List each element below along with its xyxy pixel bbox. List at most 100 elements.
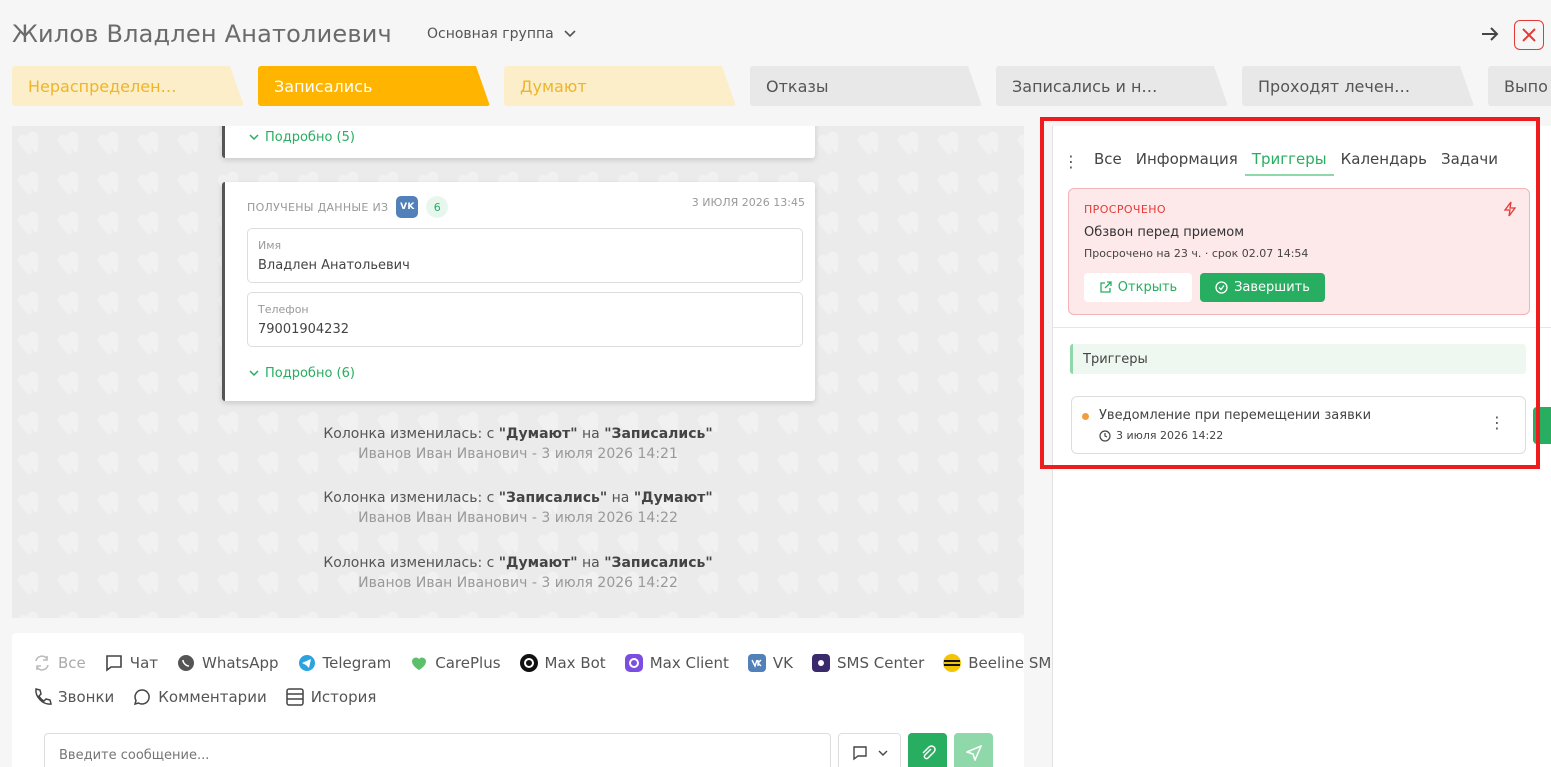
channel-label: Telegram — [322, 654, 392, 672]
stage-unassigned[interactable]: Нераспределен… — [12, 66, 244, 106]
arrow-right-icon[interactable] — [1478, 22, 1502, 46]
channel-label: Beeline SMS — [968, 654, 1061, 672]
message-input[interactable] — [44, 733, 831, 767]
field-value: Владлен Анатольевич — [258, 258, 410, 273]
stage-label: Записались — [274, 76, 373, 96]
channel-max-client[interactable]: Max Client — [624, 653, 729, 673]
check-circle-icon — [1215, 281, 1228, 294]
channel-label: Звонки — [58, 688, 115, 706]
field-value: 79001904232 — [258, 322, 349, 337]
card-source: ПОЛУЧЕНЫ ДАННЫЕ ИЗ VK 6 — [247, 196, 449, 218]
event-to: "Думают" — [633, 490, 713, 506]
name-field: Имя Владлен Анатольевич — [247, 228, 803, 283]
careplus-icon — [412, 657, 427, 670]
channel-whatsapp[interactable]: WhatsApp — [176, 653, 279, 673]
tab-information[interactable]: Информация — [1129, 146, 1245, 176]
channel-label: WhatsApp — [202, 654, 279, 672]
chat-icon — [105, 655, 122, 672]
event-text: Колонка изменилась: с "Записались" на "Д… — [12, 490, 1024, 506]
channel-telegram[interactable]: Telegram — [297, 653, 392, 673]
whatsapp-icon — [178, 655, 194, 671]
lightning-icon — [1503, 201, 1517, 217]
chevron-down-icon — [564, 30, 576, 38]
channel-filter-row: Все Чат WhatsApp Telegram CarePlus Max B… — [32, 653, 1061, 673]
channel-filter-row: Звонки Комментарии История — [32, 687, 376, 707]
max-client-icon — [624, 654, 643, 672]
close-icon — [1522, 28, 1536, 42]
tab-tasks[interactable]: Задачи — [1434, 146, 1505, 176]
channel-history[interactable]: История — [285, 687, 376, 707]
chat-icon — [852, 746, 867, 761]
stage-label: Отказы — [766, 76, 829, 96]
stage-label: Записались и н… — [1012, 76, 1158, 96]
group-select[interactable]: Основная группа — [427, 26, 576, 42]
complete-button[interactable]: Завершить — [1200, 273, 1325, 302]
event-to: "Записались" — [604, 426, 713, 442]
event-meta: Иванов Иван Иванович - 3 июля 2026 14:22 — [358, 510, 678, 526]
channel-max-bot[interactable]: Max Bot — [519, 653, 606, 673]
stage-refusals[interactable]: Отказы — [750, 66, 982, 106]
field-label: Имя — [258, 239, 282, 252]
channel-label: CarePlus — [435, 654, 501, 672]
side-panel-toggle[interactable] — [1533, 407, 1551, 444]
stage-signed-up[interactable]: Записались — [258, 66, 490, 106]
tab-calendar[interactable]: Календарь — [1334, 146, 1434, 176]
count-badge: 6 — [426, 196, 449, 218]
trigger-date: 3 июля 2026 14:22 — [1116, 429, 1224, 442]
open-button-label: Открыть — [1117, 280, 1178, 295]
clock-icon — [1099, 429, 1111, 442]
activity-feed[interactable]: Подробно (5) ПОЛУЧЕНЫ ДАННЫЕ ИЗ VK 6 3 И… — [12, 126, 1024, 618]
attach-button[interactable] — [908, 733, 947, 767]
paperclip-icon — [921, 745, 936, 760]
stage-signed-up-not-came[interactable]: Записались и н… — [996, 66, 1228, 106]
send-button[interactable] — [954, 733, 993, 767]
channel-chat[interactable]: Чат — [104, 653, 158, 673]
stage-thinking[interactable]: Думают — [504, 66, 736, 106]
max-bot-icon — [519, 654, 538, 672]
kebab-menu-icon[interactable]: ⋮ — [1063, 152, 1079, 171]
details-toggle[interactable]: Подробно (5) — [249, 130, 355, 145]
tab-all[interactable]: Все — [1087, 146, 1129, 176]
details-toggle[interactable]: Подробно (6) — [249, 366, 355, 381]
triggers-section-title: Триггеры — [1070, 344, 1526, 374]
channel-calls[interactable]: Звонки — [32, 687, 114, 707]
channel-all[interactable]: Все — [32, 653, 86, 673]
tab-triggers[interactable]: Триггеры — [1244, 146, 1334, 176]
client-name: Жилов Владлен Анатолиевич — [12, 20, 392, 48]
complete-button-label: Завершить — [1234, 280, 1310, 295]
chevron-down-icon — [878, 750, 887, 756]
beeline-icon — [943, 654, 962, 672]
channel-vk[interactable]: VK — [747, 653, 793, 673]
channel-sms-center[interactable]: SMS Center — [811, 653, 924, 673]
panel-tabs: ⋮ Все Информация Триггеры Календарь Зада… — [1063, 146, 1505, 176]
event-prefix: Колонка изменилась: с — [323, 490, 499, 506]
chevron-down-icon — [249, 370, 259, 377]
channel-label: Max Client — [649, 654, 729, 672]
vk-icon: VK — [396, 196, 419, 218]
event-text: Колонка изменилась: с "Думают" на "Запис… — [12, 555, 1024, 571]
source-label: ПОЛУЧЕНЫ ДАННЫЕ ИЗ — [247, 200, 389, 214]
close-button[interactable] — [1514, 20, 1544, 50]
divider — [1053, 327, 1551, 328]
message-type-select[interactable] — [838, 733, 901, 767]
stage-completed[interactable]: Выпо — [1488, 66, 1551, 106]
feed-card-data-received: ПОЛУЧЕНЫ ДАННЫЕ ИЗ VK 6 3 ИЮЛЯ 2026 13:4… — [222, 182, 815, 401]
channel-beeline-sms[interactable]: Beeline SMS — [942, 653, 1061, 673]
stage-in-treatment[interactable]: Проходят лечен… — [1242, 66, 1474, 106]
external-link-icon — [1100, 281, 1112, 293]
right-panel: ⋮ Все Информация Триггеры Календарь Зада… — [1052, 126, 1551, 767]
event-meta: Иванов Иван Иванович - 3 июля 2026 14:21 — [358, 446, 678, 462]
channel-careplus[interactable]: CarePlus — [409, 653, 501, 673]
overdue-task-card: ПРОСРОЧЕНО Обзвон перед приемом Просроче… — [1068, 188, 1530, 315]
channel-label: Max Bot — [544, 654, 606, 672]
channel-label: SMS Center — [837, 654, 925, 672]
message-composer: Все Чат WhatsApp Telegram CarePlus Max B… — [12, 633, 1061, 767]
kebab-menu-icon[interactable]: ⋮ — [1489, 413, 1505, 432]
refresh-icon — [35, 655, 49, 671]
overdue-title: Обзвон перед приемом — [1084, 225, 1245, 240]
send-icon — [965, 745, 982, 761]
field-label: Телефон — [258, 303, 309, 316]
open-button[interactable]: Открыть — [1084, 273, 1192, 302]
channel-comments[interactable]: Комментарии — [132, 687, 267, 707]
trigger-item[interactable]: Уведомление при перемещении заявки 3 июл… — [1071, 396, 1526, 454]
